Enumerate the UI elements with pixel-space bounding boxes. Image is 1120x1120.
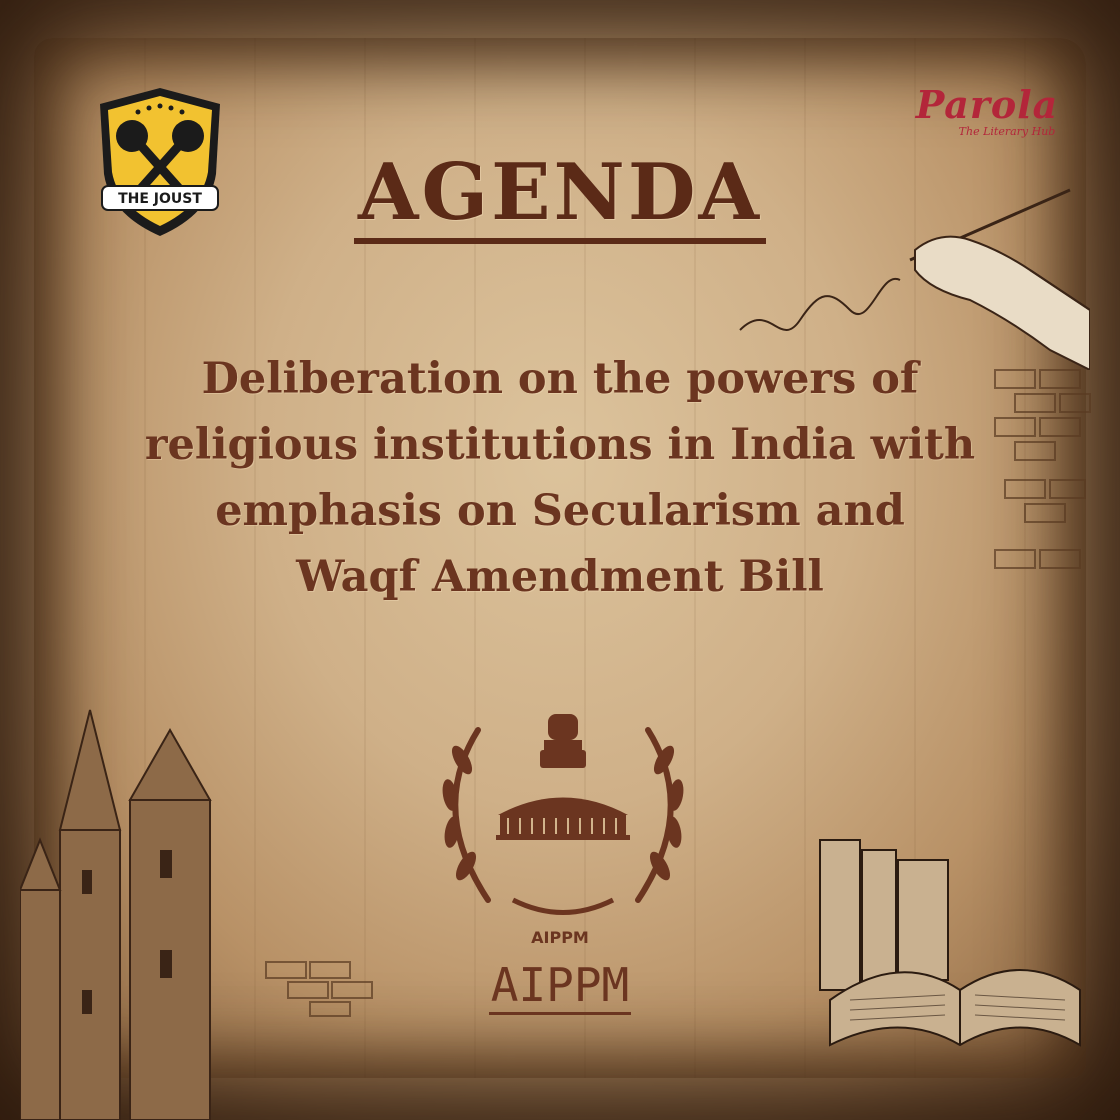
agenda-line: religious institutions in India with — [144, 420, 976, 470]
agenda-line: Waqf Amendment Bill — [296, 552, 824, 602]
agenda-heading-wrap: AGENDA — [0, 150, 1120, 244]
emblem-label: AIPPM — [531, 928, 589, 947]
committee-name: AIPPM — [488, 958, 632, 1015]
agenda-line: emphasis on Secularism and — [215, 486, 905, 536]
aippm-emblem-icon — [442, 714, 684, 915]
agenda-text: Deliberation on the powers of religious … — [60, 346, 1060, 610]
poster: THE JOUST Parola The Literary Hub AGENDA… — [0, 0, 1120, 1120]
parola-name: Parola — [915, 82, 1059, 127]
castle-icon — [20, 709, 212, 1120]
agenda-line: Deliberation on the powers of — [201, 354, 919, 404]
agenda-heading: AGENDA — [353, 150, 767, 244]
committee-name-wrap: AIPPM — [0, 958, 1120, 1015]
